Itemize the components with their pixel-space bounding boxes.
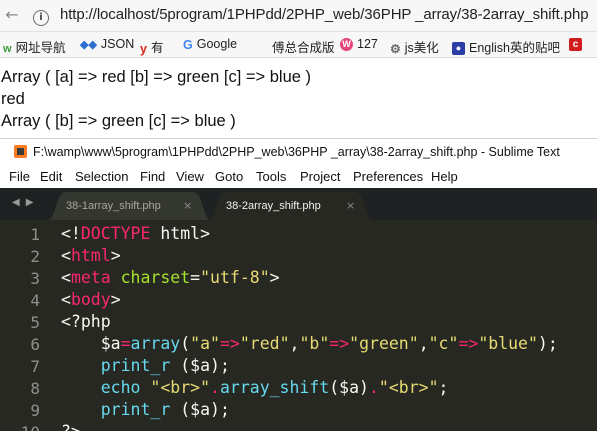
menu-edit[interactable]: Edit xyxy=(40,169,62,184)
bookmark-127[interactable]: W 127 xyxy=(340,37,378,52)
menu-goto[interactable]: Goto xyxy=(215,169,243,184)
code-line-3: <meta charset="utf-8"> xyxy=(61,268,280,287)
code-editor[interactable]: 1 2 3 4 5 6 7 8 9 10 <!DOCTYPE html> <ht… xyxy=(0,220,597,431)
json-diamond-icon: ◆◆ xyxy=(80,39,97,52)
menu-selection[interactable]: Selection xyxy=(75,169,128,184)
site-info-icon[interactable]: i xyxy=(30,4,52,26)
js-gear-icon: ⚙ xyxy=(390,41,401,56)
code-line-2: <html> xyxy=(61,246,121,265)
bookmark-google[interactable]: G Google xyxy=(183,37,237,52)
line-number: 4 xyxy=(30,291,40,310)
bookmark-youdao[interactable]: y有 xyxy=(140,37,163,56)
line-number: 9 xyxy=(30,401,40,420)
code-line-10: ?> xyxy=(61,422,81,431)
code-line-8: echo "<br>".array_shift($a)."<br>"; xyxy=(61,378,449,397)
code-line-7: print_r ($a); xyxy=(61,356,230,375)
code-line-1: <!DOCTYPE html> xyxy=(61,224,211,243)
bookmark-csdn[interactable]: c xyxy=(569,37,586,52)
menu-file[interactable]: File xyxy=(9,169,30,184)
paw-icon: ● xyxy=(452,42,465,56)
line-number: 1 xyxy=(30,225,40,244)
bookmark-fuzong[interactable]: 傅总合成版 xyxy=(272,37,335,56)
sublime-logo-icon xyxy=(14,145,27,158)
tab-close-icon[interactable]: × xyxy=(183,199,192,212)
output-line-3: Array ( [b] => green [c] => blue ) xyxy=(1,112,236,130)
bookmark-wangzhi[interactable]: w 网址导航 xyxy=(3,37,66,56)
line-number: 3 xyxy=(30,269,40,288)
menu-preferences[interactable]: Preferences xyxy=(353,169,423,184)
line-number: 2 xyxy=(30,247,40,266)
bookmark-json[interactable]: ◆◆ JSON xyxy=(80,37,134,51)
editor-tab-bar: ◀▶ 38-1array_shift.php × 38-2array_shift… xyxy=(0,188,597,220)
menu-help[interactable]: Help xyxy=(431,169,458,184)
tab-label: 38-2array_shift.php xyxy=(226,200,321,212)
youdao-y-icon: y xyxy=(140,41,147,56)
bookmarks-bar: w 网址导航 ◆◆ JSON y有 G Google 傅总合成版 W 127 ⚙ js美化… xyxy=(0,32,597,58)
menu-find[interactable]: Find xyxy=(140,169,165,184)
output-line-1: Array ( [a] => red [b] => green [c] => b… xyxy=(1,68,312,86)
back-arrow-icon[interactable]: ← xyxy=(1,4,23,26)
code-line-5: <?php xyxy=(61,312,111,331)
tab-label: 38-1array_shift.php xyxy=(66,200,161,212)
bookmark-english[interactable]: ● English英的贴吧 xyxy=(452,37,560,56)
line-number: 8 xyxy=(30,379,40,398)
line-number: 5 xyxy=(30,313,40,332)
menu-view[interactable]: View xyxy=(176,169,204,184)
line-number-gutter: 1 2 3 4 5 6 7 8 9 10 xyxy=(0,220,48,431)
code-line-9: print_r ($a); xyxy=(61,400,230,419)
reading-icon: W xyxy=(340,38,353,52)
menu-project[interactable]: Project xyxy=(300,169,340,184)
editor-window-title: F:\wamp\www\5program\1PHPdd\2PHP_web\36P… xyxy=(33,145,560,159)
line-number: 10 xyxy=(10,423,40,431)
address-bar: ← i http://localhost/5program/1PHPdd/2PH… xyxy=(0,0,597,32)
line-number: 7 xyxy=(30,357,40,376)
bookmark-js[interactable]: ⚙ js美化 xyxy=(390,37,439,56)
editor-title-bar: F:\wamp\www\5program\1PHPdd\2PHP_web\36P… xyxy=(0,138,597,166)
editor-menu-bar: File Edit Selection Find View Goto Tools… xyxy=(0,165,597,188)
code-line-4: <body> xyxy=(61,290,121,309)
wangzhi-icon: w xyxy=(3,42,12,55)
tab-scroll-arrows-icon[interactable]: ◀▶ xyxy=(12,197,39,208)
line-number: 6 xyxy=(30,335,40,354)
output-line-2: red xyxy=(1,90,25,108)
tab-38-2array-shift[interactable]: 38-2array_shift.php × xyxy=(208,192,373,220)
tab-38-1array-shift[interactable]: 38-1array_shift.php × xyxy=(48,192,211,220)
csdn-icon: c xyxy=(569,38,582,52)
code-line-6: $a=array("a"=>"red","b"=>"green","c"=>"b… xyxy=(61,334,558,353)
url-field[interactable]: http://localhost/5program/1PHPdd/2PHP_we… xyxy=(60,6,589,23)
tab-close-icon[interactable]: × xyxy=(346,199,355,212)
menu-tools[interactable]: Tools xyxy=(256,169,286,184)
google-g-icon: G xyxy=(183,37,193,52)
